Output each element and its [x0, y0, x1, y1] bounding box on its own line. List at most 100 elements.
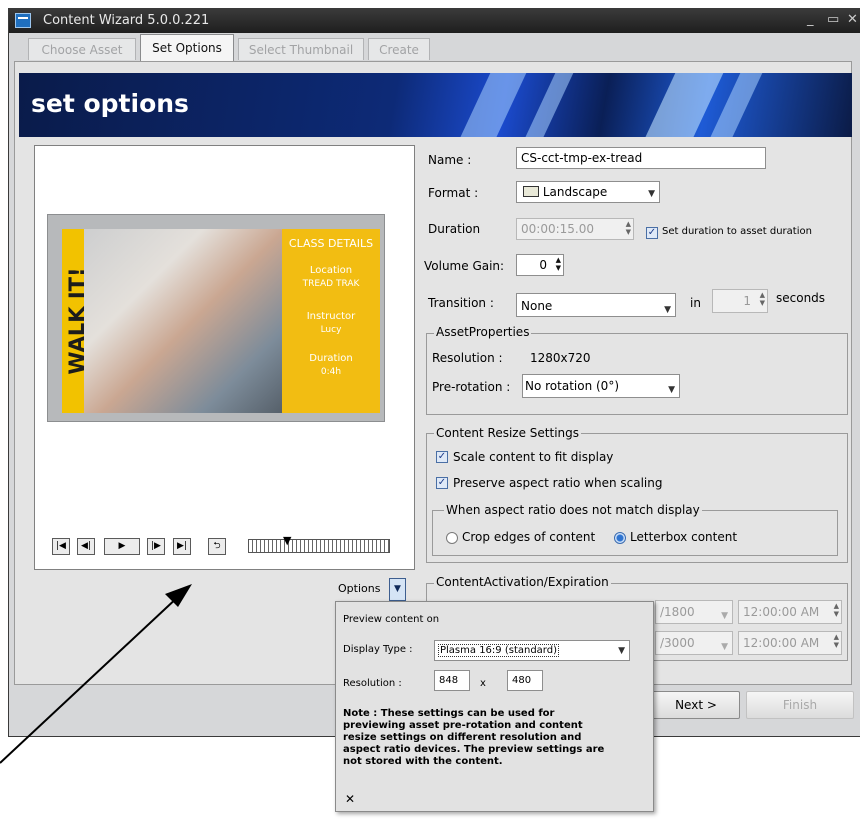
format-label: Format :	[428, 186, 479, 200]
scale-to-fit-label: Scale content to fit display	[453, 450, 614, 464]
minimize-icon[interactable]: _	[807, 12, 814, 27]
spinner-icon: ▲ ▼	[833, 602, 839, 618]
callout-arrow	[0, 584, 192, 764]
location-value: TREAD TRAK	[302, 279, 360, 289]
step-forward-icon[interactable]: |▶	[147, 538, 165, 555]
title-bar[interactable]: Content Wizard 5.0.0.221 _ ▭ ✕	[9, 9, 860, 33]
walk-it-text: WALK IT!	[65, 267, 89, 375]
format-value: Landscape	[542, 185, 608, 199]
walk-it-bar: WALK IT!	[62, 229, 89, 413]
preview-options-popup: Preview content on Display Type : Plasma…	[335, 601, 654, 812]
step-back-icon[interactable]: ◀|	[77, 538, 95, 555]
resolution-value: 1280x720	[530, 351, 591, 365]
close-icon[interactable]: ✕	[345, 792, 355, 806]
chevron-down-icon: ▼	[394, 584, 401, 594]
instructor-value: Lucy	[320, 325, 342, 335]
pre-rotation-label: Pre-rotation :	[432, 380, 511, 394]
scale-to-fit-checkbox[interactable]: ✓	[436, 451, 448, 463]
landscape-icon	[523, 186, 539, 197]
class-details-panel: CLASS DETAILS Location TREAD TRAK Instru…	[282, 229, 380, 413]
asset-properties-legend: AssetProperties	[434, 325, 532, 339]
preserve-aspect-checkbox[interactable]: ✓	[436, 477, 448, 489]
popup-resolution-label: Resolution :	[343, 678, 402, 689]
pre-rotation-value: No rotation (0°)	[525, 379, 620, 393]
chevron-down-icon: ▼	[648, 189, 655, 199]
finish-button[interactable]: Finish	[746, 691, 854, 719]
chevron-down-icon: ▼	[618, 646, 625, 656]
resolution-height-input[interactable]: 480	[507, 670, 543, 691]
options-label: Options	[338, 582, 381, 595]
aspect-mismatch-legend: When aspect ratio does not match display	[444, 503, 702, 517]
tab-set-options[interactable]: Set Options	[140, 34, 234, 61]
duration-input: 00:00:15.00 ▲ ▼	[516, 218, 634, 240]
activation-end-time: 12:00:00 AM ▲ ▼	[738, 631, 842, 655]
note-line: not stored with the content.	[343, 756, 503, 767]
next-button[interactable]: Next >	[652, 691, 740, 719]
seconds-label: seconds	[776, 291, 826, 305]
tab-select-thumbnail[interactable]: Select Thumbnail	[238, 38, 364, 60]
timeline-scrubber[interactable]	[248, 539, 390, 553]
play-icon[interactable]: ▶	[104, 538, 140, 555]
duration-label: Duration	[428, 222, 481, 236]
display-type-select[interactable]: Plasma 16:9 (standard) ▼	[434, 640, 630, 661]
first-frame-icon[interactable]: |◀	[52, 538, 70, 555]
spinner-icon: ▲ ▼	[759, 291, 765, 307]
resolution-label: Resolution :	[432, 351, 503, 365]
note-line: resize settings on different resolution …	[343, 732, 582, 743]
page-title: set options	[31, 89, 189, 118]
volume-gain-input[interactable]: 0 ▲ ▼	[516, 254, 564, 276]
volume-gain-value: 0	[539, 258, 547, 272]
close-icon[interactable]: ✕	[847, 12, 858, 27]
pre-rotation-select[interactable]: No rotation (0°) ▼	[522, 374, 680, 398]
transition-select[interactable]: None ▼	[516, 293, 676, 317]
resolution-width-input[interactable]: 848	[434, 670, 470, 691]
activation-end-time-value: 12:00:00 AM	[743, 636, 820, 650]
preview-content: WALK IT! CLASS DETAILS Location TREAD TR…	[62, 229, 380, 413]
display-type-label: Display Type :	[343, 644, 413, 655]
duration-value: 00:00:15.00	[521, 222, 594, 236]
transition-seconds-value: 1	[743, 294, 751, 308]
spinner-icon[interactable]: ▲ ▼	[556, 256, 561, 272]
resolution-x-label: x	[480, 678, 486, 689]
note-line: aspect ratio devices. The preview settin…	[343, 744, 605, 755]
chevron-down-icon: ▼	[668, 385, 675, 395]
display-type-value: Plasma 16:9 (standard)	[438, 644, 559, 657]
last-frame-icon[interactable]: ▶|	[173, 538, 191, 555]
scrubber-handle-icon[interactable]: ▼	[283, 534, 291, 547]
instructor-label: Instructor	[306, 311, 356, 322]
name-label: Name :	[428, 153, 472, 167]
format-select[interactable]: Landscape ▼	[516, 181, 660, 203]
popup-note: Note : These settings can be used for pr…	[343, 708, 604, 768]
content-resize-legend: Content Resize Settings	[434, 426, 582, 440]
tab-choose-asset[interactable]: Choose Asset	[28, 38, 136, 60]
transition-value: None	[521, 299, 553, 313]
transition-label: Transition :	[428, 296, 494, 310]
duration-label-ad: Duration	[309, 353, 353, 364]
tab-create[interactable]: Create	[368, 38, 430, 60]
activation-start-date-value: /1800	[660, 605, 695, 619]
activation-start-date: /1800 ▼	[655, 600, 733, 624]
name-input[interactable]: CS-cct-tmp-ex-tread	[516, 147, 766, 169]
set-duration-checkbox[interactable]: ✓	[646, 227, 658, 239]
letterbox-radio[interactable]	[614, 532, 626, 544]
chevron-down-icon: ▼	[664, 305, 671, 315]
volume-gain-label: Volume Gain:	[424, 259, 505, 273]
maximize-icon[interactable]: ▭	[827, 12, 839, 27]
letterbox-label: Letterbox content	[630, 530, 738, 544]
chevron-down-icon: ▼	[721, 611, 728, 621]
loop-icon[interactable]: ⮌	[208, 538, 226, 555]
activation-end-date: /3000 ▼	[655, 631, 733, 655]
note-line: previewing asset pre-rotation and conten…	[343, 720, 583, 731]
activation-start-time-value: 12:00:00 AM	[743, 605, 820, 619]
class-details-header: CLASS DETAILS	[288, 237, 374, 250]
crop-edges-label: Crop edges of content	[462, 530, 596, 544]
transition-in-label: in	[690, 296, 701, 310]
page-banner: set options	[19, 73, 852, 137]
app-icon	[15, 13, 31, 28]
crop-edges-radio[interactable]	[446, 532, 458, 544]
preview-photo	[62, 229, 282, 413]
popup-heading: Preview content on	[343, 614, 440, 625]
options-dropdown-button[interactable]: ▼	[389, 578, 406, 601]
note-line: Note : These settings can be used for	[343, 708, 555, 719]
set-duration-label: Set duration to asset duration	[662, 226, 812, 237]
